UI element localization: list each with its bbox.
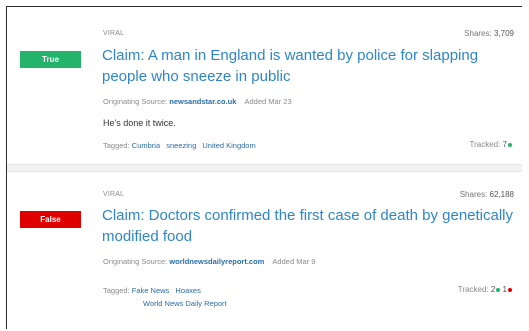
tagged-label: Tagged: (103, 141, 130, 150)
source-line: Originating Source: newsandstar.co.uk Ad… (103, 97, 292, 106)
tracked-green-count: 2 (490, 285, 496, 294)
tracked-label: Tracked: (469, 140, 501, 149)
tags-line: Tagged: Cumbria sneezing United Kingdom (103, 139, 433, 152)
tracked-red-count: 1 (502, 285, 507, 294)
verdict-badge-false: False (20, 211, 81, 228)
shares-label: Shares: (459, 190, 488, 199)
claim-title-link[interactable]: Claim: A man in England is wanted by pol… (102, 45, 517, 87)
claim-card: False VIRAL Shares: 62,188 Claim: Doctor… (7, 169, 522, 327)
green-dot-icon (508, 142, 512, 147)
added-date: Added Mar 9 (272, 257, 316, 266)
tracked-label: Tracked: (457, 285, 489, 294)
tag-link[interactable]: World News Daily Report (143, 299, 227, 308)
source-link[interactable]: worldnewsdailyreport.com (169, 257, 264, 266)
tag-link[interactable]: Hoaxes (175, 286, 200, 295)
source-line: Originating Source: worldnewsdailyreport… (103, 257, 315, 266)
claim-title-link[interactable]: Claim: Doctors confirmed the first case … (102, 205, 517, 247)
shares-value: 62,188 (489, 190, 514, 199)
tracked-count: Tracked: 2 1 (458, 285, 512, 294)
red-dot-icon (508, 287, 512, 292)
category-label: VIRAL (103, 191, 125, 198)
tag-link[interactable]: Cumbria (132, 141, 160, 150)
tag-link[interactable]: sneezing (166, 141, 196, 150)
category-label: VIRAL (103, 30, 125, 37)
tags-line: Tagged: Fake News Hoaxes World News Dail… (103, 284, 433, 310)
claims-feed: True VIRAL Shares: 3,709 Claim: A man in… (6, 6, 522, 329)
tag-link[interactable]: Fake News (132, 286, 170, 295)
tag-link[interactable]: United Kingdom (202, 141, 255, 150)
green-dot-icon (496, 287, 501, 292)
source-label: Originating Source: (103, 257, 168, 266)
source-link[interactable]: newsandstar.co.uk (169, 97, 236, 106)
shares-count: Shares: 62,188 (460, 190, 514, 199)
source-label: Originating Source: (103, 97, 168, 106)
claim-quote: He's done it twice. (103, 118, 176, 128)
tracked-green-count: 7 (502, 140, 507, 149)
claim-card: True VIRAL Shares: 3,709 Claim: A man in… (7, 7, 522, 167)
tracked-count: Tracked: 7 (469, 140, 512, 149)
tagged-label: Tagged: (103, 286, 130, 295)
added-date: Added Mar 23 (244, 97, 292, 106)
shares-count: Shares: 3,709 (464, 29, 514, 38)
shares-label: Shares: (464, 29, 492, 38)
shares-value: 3,709 (493, 29, 514, 38)
verdict-badge-true: True (20, 51, 81, 68)
